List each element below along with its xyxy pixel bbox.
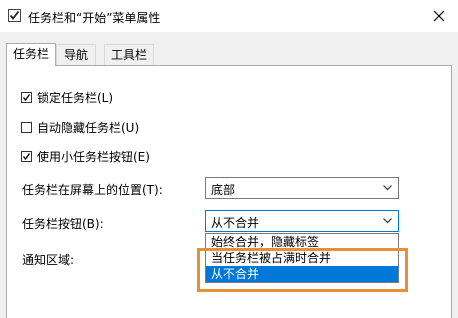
close-icon xyxy=(433,10,445,22)
window-title: 任务栏和“开始”菜单属性 xyxy=(28,11,161,25)
checkbox-box[interactable] xyxy=(21,150,32,162)
tab-toolbars[interactable]: 工具栏 xyxy=(104,44,154,65)
chevron-down-icon xyxy=(383,218,392,224)
checkbox-box[interactable] xyxy=(21,121,32,133)
tab-taskbar[interactable]: 任务栏 xyxy=(6,43,56,66)
auto-hide-taskbar-checkbox[interactable]: 自动隐藏任务栏(U) xyxy=(21,119,139,135)
taskbar-location-value: 底部 xyxy=(211,183,236,197)
checkbox-box[interactable] xyxy=(21,91,32,103)
chevron-down-icon xyxy=(383,185,392,191)
notification-area-label: 通知区域: xyxy=(22,253,75,267)
checkmark-icon xyxy=(22,152,31,160)
close-button[interactable] xyxy=(428,6,450,26)
title-bar: 任务栏和“开始”菜单属性 xyxy=(0,0,458,32)
highlight-annotation-box xyxy=(197,248,408,292)
taskbar-buttons-value: 从不合并 xyxy=(211,216,260,230)
lock-taskbar-checkbox[interactable]: 锁定任务栏(L) xyxy=(21,89,113,105)
tab-navigation[interactable]: 导航 xyxy=(56,44,96,65)
taskbar-properties-icon xyxy=(8,9,21,22)
small-taskbar-buttons-label: 使用小任务栏按钮(E) xyxy=(37,149,150,164)
taskbar-buttons-label: 任务栏按钮(B): xyxy=(22,217,104,231)
auto-hide-taskbar-label: 自动隐藏任务栏(U) xyxy=(37,120,140,135)
small-taskbar-buttons-checkbox[interactable]: 使用小任务栏按钮(E) xyxy=(21,148,150,164)
taskbar-location-select[interactable]: 底部 xyxy=(205,177,399,199)
taskbar-location-label: 任务栏在屏幕上的位置(T): xyxy=(22,183,163,197)
lock-taskbar-label: 锁定任务栏(L) xyxy=(37,90,114,105)
checkmark-icon xyxy=(22,93,31,101)
taskbar-buttons-select[interactable]: 从不合并 xyxy=(205,210,399,232)
